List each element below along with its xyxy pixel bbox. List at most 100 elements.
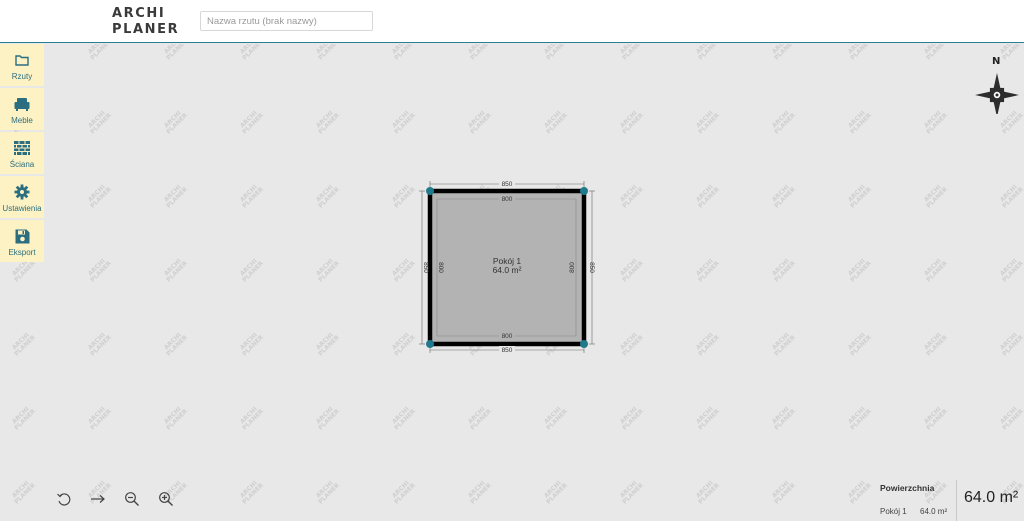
watermark-tile: ARCHIPLANER [314,109,341,136]
watermark-tile: ARCHIPLANER [86,405,113,432]
watermark-tile: ARCHIPLANER [618,109,645,136]
sidebar-item-sciana[interactable]: Ściana [0,132,44,174]
logo-line-2: PLANER [112,22,180,37]
canvas-toolbar [53,488,177,510]
corner-handle[interactable] [580,187,588,195]
watermark-tile: ARCHIPLANER [162,44,189,62]
sidebar-item-label: Ustawienia [2,204,42,213]
watermark-tile: ARCHIPLANER [846,183,873,210]
watermark-tile: ARCHIPLANER [86,44,113,62]
watermark-tile: ARCHIPLANER [618,44,645,62]
watermark-tile: ARCHIPLANER [846,44,873,62]
sidebar-item-label: Meble [11,116,33,125]
sidebar-item-ustawienia[interactable]: Ustawienia [0,176,44,218]
watermark-tile: ARCHIPLANER [770,44,797,62]
brick-wall-icon [14,140,30,156]
app-header: ARCHI PLANER [0,0,1024,43]
watermark-tile: ARCHIPLANER [694,183,721,210]
watermark-tile: ARCHIPLANER [770,109,797,136]
dim-outer-bottom: 850 [502,347,513,354]
watermark-tile: ARCHIPLANER [466,405,493,432]
watermark-tile: ARCHIPLANER [86,109,113,136]
dim-inner-right: 800 [569,262,576,273]
floor-plan: 850 850 800 800 850 800 800 850 Pokój 1 … [400,170,620,365]
watermark-tile: ARCHIPLANER [162,109,189,136]
watermark-tile: ARCHIPLANER [238,109,265,136]
watermark-tile: ARCHIPLANER [694,331,721,358]
plan-name-input[interactable] [200,11,373,31]
undo-icon [57,493,71,506]
sidebar-item-eksport[interactable]: Eksport [0,220,44,262]
watermark-tile: ARCHIPLANER [390,479,417,506]
watermark-tile: ARCHIPLANER [314,331,341,358]
watermark-tile: ARCHIPLANER [542,479,569,506]
area-divider [956,480,957,521]
dim-inner-left: 800 [437,262,444,273]
dim-outer-left: 850 [422,262,429,273]
sidebar-item-rzuty[interactable]: Rzuty [0,44,44,86]
watermark-tile: ARCHIPLANER [314,405,341,432]
watermark-tile: ARCHIPLANER [466,44,493,62]
watermark-tile: ARCHIPLANER [10,405,37,432]
watermark-tile: ARCHIPLANER [922,183,949,210]
compass-rose-icon [975,73,1019,114]
watermark-tile: ARCHIPLANER [542,109,569,136]
watermark-tile: ARCHIPLANER [390,44,417,62]
undo-button[interactable] [53,488,75,510]
watermark-tile: ARCHIPLANER [998,405,1024,432]
watermark-tile: ARCHIPLANER [618,479,645,506]
dim-inner-bottom: 800 [502,333,513,340]
watermark-tile: ARCHIPLANER [694,479,721,506]
sidebar: Rzuty Meble Ściana Ustawienia Eksport [0,44,44,264]
watermark-tile: ARCHIPLANER [770,405,797,432]
watermark-tile: ARCHIPLANER [770,183,797,210]
area-room-value: 64.0 m² [920,507,948,516]
corner-handle[interactable] [426,187,434,195]
watermark-tile: ARCHIPLANER [238,44,265,62]
watermark-tile: ARCHIPLANER [390,109,417,136]
watermark-tile: ARCHIPLANER [770,257,797,284]
watermark-tile: ARCHIPLANER [770,479,797,506]
watermark-tile: ARCHIPLANER [618,405,645,432]
area-summary-panel: Powierzchnia Pokój 1 64.0 m² 64.0 m² [870,474,1024,521]
room-area-label: 64.0 m² [493,265,522,275]
watermark-tile: ARCHIPLANER [314,479,341,506]
watermark-tile: ARCHIPLANER [998,183,1024,210]
gear-icon [14,184,30,200]
corner-handle[interactable] [580,340,588,348]
folder-icon [14,52,30,68]
app-logo[interactable]: ARCHI PLANER [112,6,179,38]
watermark-tile: ARCHIPLANER [390,405,417,432]
watermark-tile: ARCHIPLANER [314,257,341,284]
watermark-tile: ARCHIPLANER [694,109,721,136]
dim-inner-top: 800 [502,196,513,203]
watermark-tile: ARCHIPLANER [694,405,721,432]
watermark-tile: ARCHIPLANER [922,44,949,62]
watermark-tile: ARCHIPLANER [86,331,113,358]
watermark-tile: ARCHIPLANER [238,331,265,358]
zoom-in-button[interactable] [155,488,177,510]
watermark-tile: ARCHIPLANER [238,183,265,210]
watermark-tile: ARCHIPLANER [846,405,873,432]
watermark-tile: ARCHIPLANER [86,183,113,210]
watermark-tile: ARCHIPLANER [922,257,949,284]
logo-line-1: ARCHI [112,6,166,21]
watermark-tile: ARCHIPLANER [162,331,189,358]
watermark-tile: ARCHIPLANER [238,405,265,432]
corner-handle[interactable] [426,340,434,348]
watermark-tile: ARCHIPLANER [694,44,721,62]
zoom-out-icon [125,492,139,506]
watermark-tile: ARCHIPLANER [10,331,37,358]
compass: N [972,56,1022,114]
watermark-tile: ARCHIPLANER [86,257,113,284]
area-panel-title: Powierzchnia [880,483,935,493]
watermark-tile: ARCHIPLANER [162,257,189,284]
zoom-out-button[interactable] [121,488,143,510]
redo-button[interactable] [87,488,109,510]
sidebar-item-label: Eksport [8,248,36,257]
sidebar-item-meble[interactable]: Meble [0,88,44,130]
watermark-tile: ARCHIPLANER [542,405,569,432]
zoom-in-icon [159,492,173,506]
watermark-tile: ARCHIPLANER [770,331,797,358]
room-drawing: 850 850 800 800 850 800 800 850 Pokój 1 … [419,180,595,354]
